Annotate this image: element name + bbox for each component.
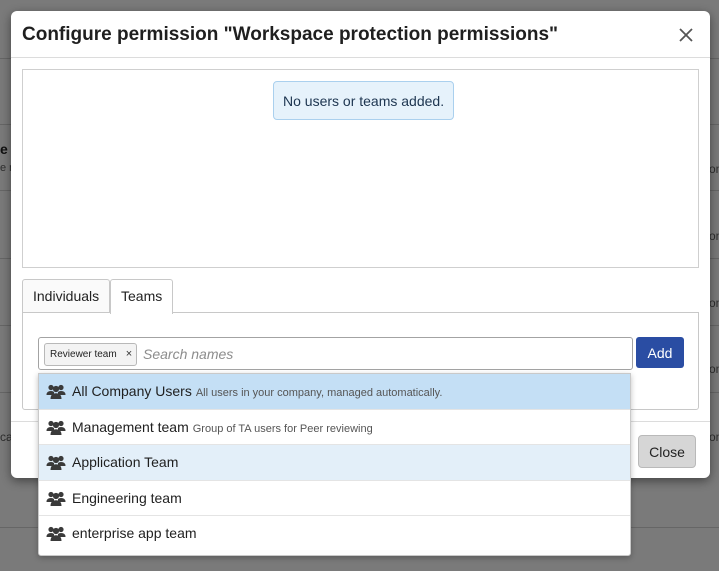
- close-button[interactable]: Close: [638, 435, 696, 468]
- background-heading: e: [0, 141, 8, 157]
- chip-remove-icon[interactable]: ×: [126, 344, 132, 365]
- team-icon: [46, 491, 66, 506]
- dropdown-option-management-team[interactable]: Management team Group of TA users for Pee…: [39, 410, 630, 445]
- dropdown-option-application-team[interactable]: Application Team: [39, 445, 630, 481]
- dialog-header: Configure permission "Workspace protecti…: [11, 11, 710, 58]
- dialog-title: Configure permission "Workspace protecti…: [22, 24, 559, 45]
- option-label: Application Team: [72, 454, 179, 470]
- team-icon: [46, 384, 66, 399]
- team-icon: [46, 455, 66, 470]
- background-right-text: on: [709, 229, 719, 243]
- team-search-box[interactable]: Reviewer team ×: [38, 337, 633, 370]
- option-description: All users in your company, managed autom…: [195, 387, 443, 399]
- chip-label: Reviewer team: [50, 349, 117, 360]
- team-icon: [46, 420, 66, 435]
- dropdown-option-engineering-team[interactable]: Engineering team: [39, 481, 630, 516]
- add-button[interactable]: Add: [636, 337, 684, 368]
- assigned-members-panel: No users or teams added.: [22, 69, 699, 268]
- background-right-text: on: [709, 296, 719, 310]
- option-label: Engineering team: [72, 489, 182, 506]
- dropdown-option-all-company-users[interactable]: All Company Users All users in your compa…: [39, 374, 630, 410]
- team-search-dropdown: All Company Users All users in your compa…: [38, 373, 631, 556]
- option-label: enterprise app team: [72, 525, 197, 541]
- selected-team-chip: Reviewer team ×: [44, 343, 138, 366]
- team-icon: [46, 526, 66, 541]
- background-right-text: on: [709, 162, 719, 176]
- background-right-text: on: [709, 362, 719, 376]
- close-icon[interactable]: [676, 25, 696, 45]
- search-input[interactable]: [141, 343, 621, 365]
- tab-individuals[interactable]: Individuals: [22, 279, 111, 313]
- option-label: All Company Users All users in your compa…: [72, 383, 443, 399]
- dropdown-option-enterprise-app-team[interactable]: enterprise app team: [39, 516, 630, 552]
- option-label: Management team Group of TA users for Pee…: [72, 418, 373, 435]
- tab-teams[interactable]: Teams: [110, 279, 174, 314]
- background-right-text: on: [709, 430, 719, 444]
- option-description: Group of TA users for Peer reviewing: [192, 422, 373, 435]
- empty-state-notice: No users or teams added.: [273, 81, 455, 120]
